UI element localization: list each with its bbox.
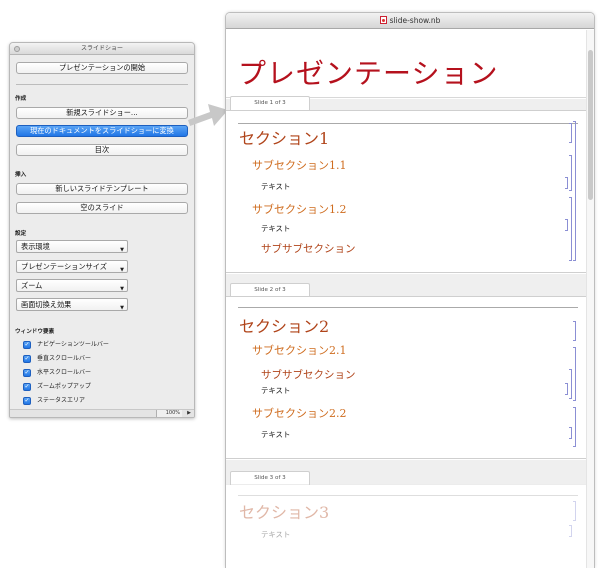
slide-rule bbox=[238, 495, 578, 496]
cell-bracket[interactable] bbox=[569, 197, 572, 261]
document-title[interactable]: プレゼンテーション bbox=[238, 52, 498, 92]
subsubsection-heading[interactable]: サブサブセクション bbox=[261, 367, 356, 382]
subsection-heading[interactable]: サブセクション2.1 bbox=[252, 342, 347, 358]
section-heading[interactable]: セクション1 bbox=[239, 125, 329, 149]
slide-tab-2[interactable]: Slide 2 of 3 bbox=[230, 283, 310, 297]
slide-1: セクション1 サブセクション1.1 テキスト サブセクション1.2 テキスト サ… bbox=[226, 110, 586, 273]
notebook-file-icon bbox=[379, 16, 387, 24]
close-icon[interactable] bbox=[14, 46, 20, 52]
select-label: 画面切換え効果 bbox=[21, 300, 72, 309]
toc-button[interactable]: 目次 bbox=[16, 144, 188, 156]
dropdown-arrow-icon: ▼ bbox=[120, 286, 124, 292]
cell-bracket[interactable] bbox=[565, 383, 568, 395]
dropdown-arrow-icon: ▼ bbox=[120, 267, 124, 273]
cell-bracket[interactable] bbox=[569, 369, 572, 399]
slide-2: セクション2 サブセクション2.1 サブサブセクション テキスト サブセクション… bbox=[226, 296, 586, 459]
transition-effect-select[interactable]: 画面切換え効果 ▼ bbox=[16, 298, 128, 311]
checkbox-label: ステータスエリア bbox=[37, 397, 86, 404]
vertical-scrollbar[interactable] bbox=[586, 30, 594, 568]
cell-bracket[interactable] bbox=[573, 347, 576, 401]
start-presentation-button[interactable]: プレゼンテーションの開始 bbox=[16, 62, 188, 74]
select-label: 表示環境 bbox=[21, 242, 50, 251]
new-slide-template-button[interactable]: 新しいスライドテンプレート bbox=[16, 183, 188, 195]
cell-bracket[interactable] bbox=[569, 427, 572, 439]
select-label: プレゼンテーションサイズ bbox=[21, 262, 107, 271]
window-elements-heading: ウィンドウ要素 bbox=[15, 329, 55, 335]
slide-3: セクション3 テキスト bbox=[226, 484, 586, 568]
section-heading[interactable]: セクション3 bbox=[239, 499, 329, 523]
checkmark-icon: ✓ bbox=[23, 340, 31, 349]
insert-heading: 挿入 bbox=[15, 172, 27, 178]
empty-slide-button[interactable]: 空のスライド bbox=[16, 202, 188, 214]
zoom-select[interactable]: ズーム ▼ bbox=[16, 279, 128, 292]
pointer-arrow-icon bbox=[188, 104, 228, 126]
select-label: ズーム bbox=[21, 281, 43, 290]
checkbox-label: 垂直スクロールバー bbox=[37, 355, 92, 362]
cell-bracket[interactable] bbox=[569, 525, 572, 537]
cell-bracket[interactable] bbox=[565, 219, 568, 231]
checkbox-horizontal-scrollbar[interactable]: ✓ 水平スクロールバー bbox=[23, 368, 91, 377]
checkmark-icon: ✓ bbox=[23, 382, 31, 391]
slide-tab-1[interactable]: Slide 1 of 3 bbox=[230, 96, 310, 110]
checkbox-navigation-toolbar[interactable]: ✓ ナビゲーションツールバー bbox=[23, 340, 109, 349]
text-cell[interactable]: テキスト bbox=[261, 223, 290, 234]
new-slideshow-button[interactable]: 新規スライドショー... bbox=[16, 107, 188, 119]
checkmark-icon: ✓ bbox=[23, 368, 31, 377]
zoom-arrow-icon[interactable]: ▶ bbox=[187, 410, 191, 417]
cell-bracket[interactable] bbox=[573, 321, 576, 341]
window-title: slide-show.nb bbox=[389, 16, 441, 25]
display-environment-select[interactable]: 表示環境 ▼ bbox=[16, 240, 128, 253]
subsection-heading[interactable]: サブセクション1.2 bbox=[252, 201, 347, 217]
palette-status-bar: 100% ▶ bbox=[10, 409, 194, 417]
slideshow-palette: スライドショー プレゼンテーションの開始 作成 新規スライドショー... 現在の… bbox=[9, 42, 195, 418]
settings-heading: 設定 bbox=[15, 231, 27, 237]
palette-title: スライドショー bbox=[80, 45, 123, 52]
text-cell[interactable]: テキスト bbox=[261, 529, 290, 540]
notebook-titlebar: slide-show.nb bbox=[226, 13, 594, 29]
text-cell[interactable]: テキスト bbox=[261, 385, 290, 396]
checkbox-vertical-scrollbar[interactable]: ✓ 垂直スクロールバー bbox=[23, 354, 91, 363]
zoom-popup[interactable]: 100% bbox=[156, 410, 182, 417]
cell-bracket[interactable] bbox=[573, 121, 576, 261]
presentation-size-select[interactable]: プレゼンテーションサイズ ▼ bbox=[16, 260, 128, 273]
checkmark-icon: ✓ bbox=[23, 396, 31, 405]
convert-to-slideshow-button[interactable]: 現在のドキュメントをスライドショーに変換 bbox=[16, 125, 188, 137]
checkbox-label: ナビゲーションツールバー bbox=[37, 341, 109, 348]
cell-bracket[interactable] bbox=[569, 123, 572, 143]
subsubsection-heading[interactable]: サブサブセクション bbox=[261, 241, 356, 256]
cell-bracket[interactable] bbox=[573, 501, 576, 521]
checkbox-label: ズームポップアップ bbox=[37, 383, 91, 390]
checkbox-label: 水平スクロールバー bbox=[37, 369, 92, 376]
slide-rule bbox=[238, 307, 578, 308]
dropdown-arrow-icon: ▼ bbox=[120, 247, 124, 253]
create-heading: 作成 bbox=[15, 96, 27, 102]
scroll-thumb[interactable] bbox=[588, 50, 593, 200]
text-cell[interactable]: テキスト bbox=[261, 429, 290, 440]
cell-bracket[interactable] bbox=[569, 155, 572, 191]
checkbox-zoom-popup[interactable]: ✓ ズームポップアップ bbox=[23, 382, 91, 391]
cell-bracket[interactable] bbox=[573, 407, 576, 447]
title-area: プレゼンテーション bbox=[226, 30, 586, 98]
cell-bracket[interactable] bbox=[565, 177, 568, 189]
divider bbox=[16, 84, 188, 85]
notebook-window: slide-show.nb プレゼンテーション Slide 1 of 3 セクシ… bbox=[225, 12, 595, 568]
dropdown-arrow-icon: ▼ bbox=[120, 305, 124, 311]
text-cell[interactable]: テキスト bbox=[261, 181, 290, 192]
slide-tab-3[interactable]: Slide 3 of 3 bbox=[230, 471, 310, 485]
subsection-heading[interactable]: サブセクション2.2 bbox=[252, 405, 347, 421]
checkmark-icon: ✓ bbox=[23, 354, 31, 363]
subsection-heading[interactable]: サブセクション1.1 bbox=[252, 157, 347, 173]
checkbox-status-area[interactable]: ✓ ステータスエリア bbox=[23, 396, 85, 405]
palette-titlebar: スライドショー bbox=[10, 43, 194, 55]
section-heading[interactable]: セクション2 bbox=[239, 313, 329, 337]
slide-rule bbox=[238, 123, 578, 124]
